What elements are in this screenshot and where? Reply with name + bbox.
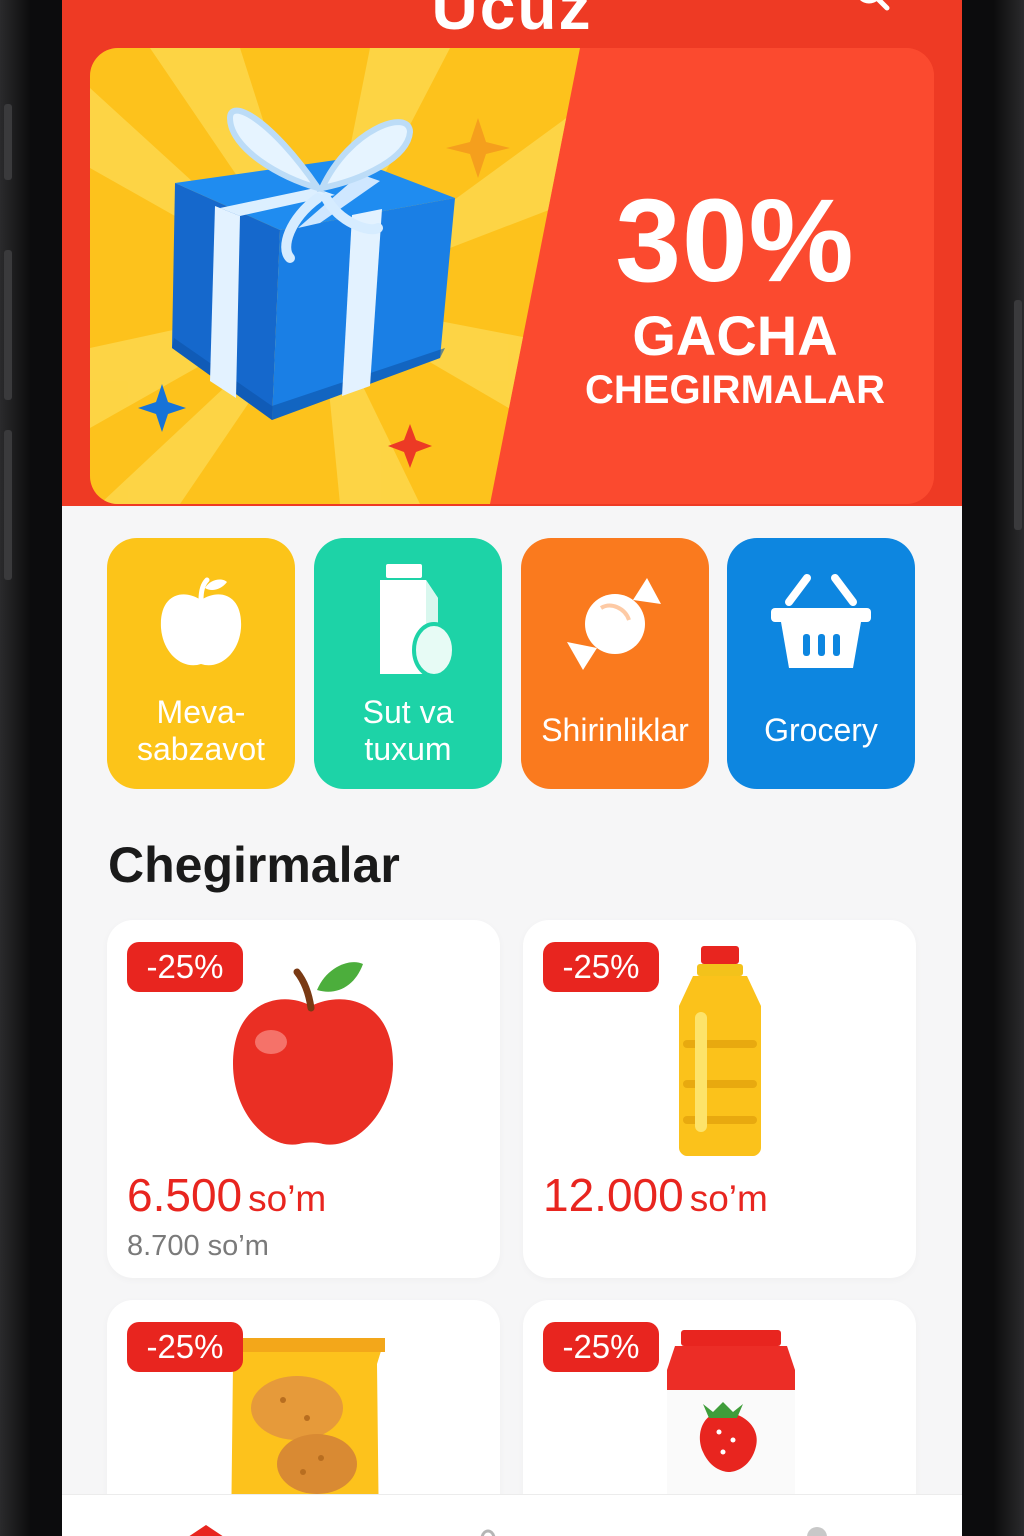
search-icon	[859, 0, 890, 11]
product-price: 6.500 so’m	[127, 1168, 326, 1222]
price-currency: so’m	[689, 1178, 768, 1219]
old-price: 8.700 so’m	[127, 1230, 269, 1262]
milk-egg-icon	[380, 564, 456, 678]
category-label: Meva- sabzavot	[136, 694, 266, 767]
home-tab-icon[interactable]	[186, 1523, 226, 1536]
price-currency: so’m	[248, 1178, 327, 1219]
basket-icon	[771, 574, 871, 668]
app-title: Ucuz	[431, 0, 593, 43]
category-meva-sabzavot[interactable]: Meva- sabzavot	[107, 538, 295, 789]
catalog-tab-icon[interactable]	[478, 1523, 498, 1536]
volume-down-button	[4, 430, 12, 580]
header: Ucuz 30% GACHA CHEGIRMALAR	[62, 0, 962, 506]
search-button[interactable]	[852, 0, 892, 16]
category-label: Grocery	[764, 712, 878, 748]
bottom-tab-bar	[62, 1494, 962, 1536]
category-label: Shirinliklar	[541, 712, 689, 748]
category-sut-va-tuxum[interactable]: Sut va tuxum	[314, 538, 502, 789]
mute-switch	[4, 104, 12, 180]
discount-badge: -25%	[127, 942, 243, 992]
promo-percent: 30%	[615, 175, 855, 307]
category-label: Sut va tuxum	[362, 694, 454, 767]
category-shirinliklar[interactable]: Shirinliklar	[521, 538, 709, 789]
promo-line1: GACHA	[632, 304, 838, 367]
discount-badge: -25%	[127, 1322, 243, 1372]
app-screen: Ucuz 30% GACHA CHEGIRMALAR Meva- sabzavo…	[62, 0, 962, 1536]
product-card-apple[interactable]: -25% 6.500 so’m 8.700 so’m	[107, 920, 500, 1278]
price-amount: 12.000	[543, 1169, 684, 1221]
candy-icon	[567, 578, 661, 670]
volume-up-button	[4, 250, 12, 400]
product-price: 12.000 so’m	[543, 1168, 768, 1222]
profile-tab-icon[interactable]	[802, 1523, 832, 1536]
category-grocery[interactable]: Grocery	[727, 538, 915, 789]
power-button	[1014, 300, 1022, 530]
price-amount: 6.500	[127, 1169, 243, 1221]
section-title: Chegirmalar	[108, 837, 400, 893]
product-card-oil[interactable]: -25% 12.000 so’m	[523, 920, 916, 1278]
promo-banner[interactable]: 30% GACHA CHEGIRMALAR	[90, 48, 934, 504]
discount-badge: -25%	[543, 1322, 659, 1372]
promo-line2: CHEGIRMALAR	[585, 368, 885, 412]
discount-badge: -25%	[543, 942, 659, 992]
apple-icon	[160, 577, 242, 666]
